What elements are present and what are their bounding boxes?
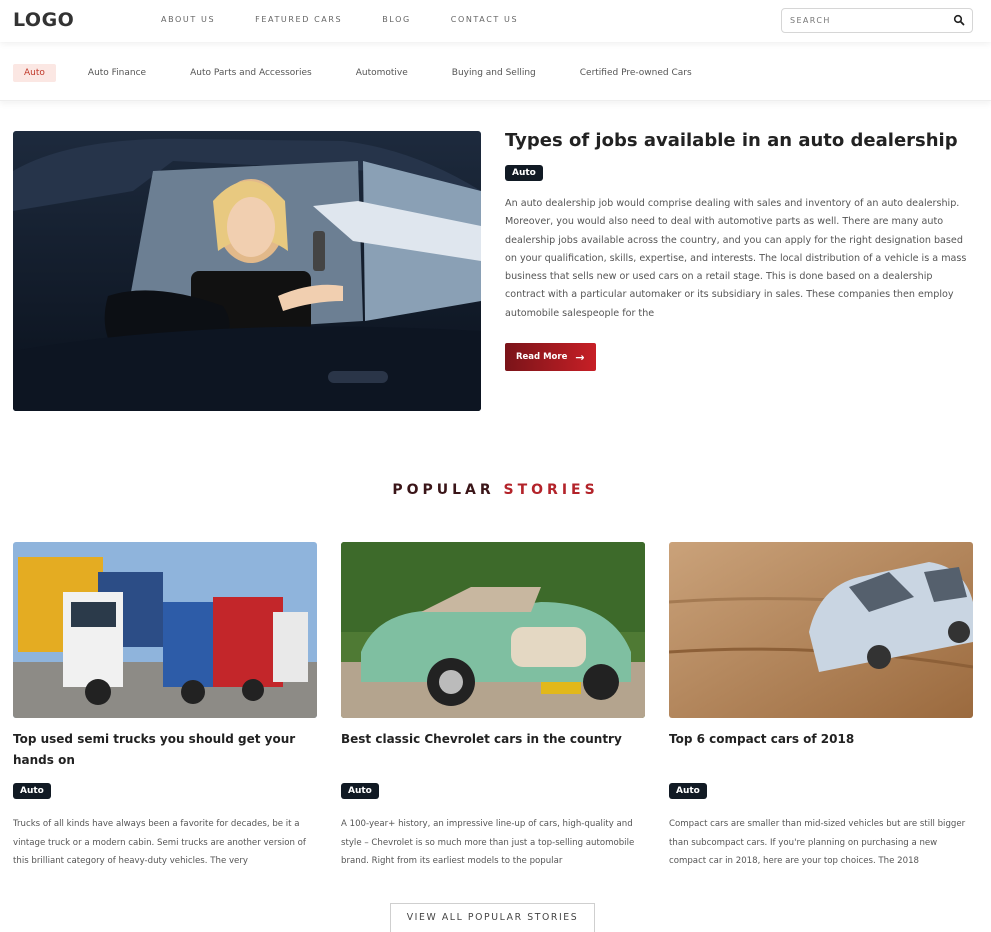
story-excerpt: Compact cars are smaller than mid-sized … (669, 819, 966, 866)
story-image-trucks[interactable] (13, 542, 317, 718)
search-input[interactable] (782, 9, 947, 32)
top-header: LOGO ABOUT US FEATURED CARS BLOG CONTACT… (0, 0, 991, 42)
category-auto-parts[interactable]: Auto Parts and Accessories (190, 64, 312, 82)
story-excerpt: Trucks of all kinds have always been a f… (13, 819, 306, 866)
category-certified-preowned[interactable]: Certified Pre-owned Cars (580, 64, 692, 82)
search-icon[interactable] (953, 14, 965, 26)
view-all-popular-stories-button[interactable]: VIEW ALL POPULAR STORIES (390, 903, 595, 932)
logo[interactable]: LOGO (13, 9, 74, 31)
category-buying-selling[interactable]: Buying and Selling (452, 64, 536, 82)
featured-excerpt: An auto dealership job would comprise de… (505, 198, 967, 319)
heading-part-1: POPULAR (392, 482, 495, 498)
nav-about-us[interactable]: ABOUT US (161, 15, 215, 24)
read-more-label: Read More (516, 352, 568, 362)
nav-featured-cars[interactable]: FEATURED CARS (255, 15, 342, 24)
featured-category-badge[interactable]: Auto (505, 165, 543, 181)
category-bar: Auto Auto Finance Auto Parts and Accesso… (0, 43, 991, 101)
read-more-button[interactable]: Read More → (505, 343, 596, 371)
story-card: Best classic Chevrolet cars in the count… (341, 542, 645, 866)
story-image-compact-car[interactable] (669, 542, 973, 718)
story-title[interactable]: Best classic Chevrolet cars in the count… (341, 729, 641, 750)
story-category-badge[interactable]: Auto (669, 783, 707, 799)
story-title[interactable]: Top 6 compact cars of 2018 (669, 729, 969, 750)
search-box (781, 8, 973, 33)
category-auto[interactable]: Auto (13, 64, 56, 82)
story-category-badge[interactable]: Auto (341, 783, 379, 799)
story-category-badge[interactable]: Auto (13, 783, 51, 799)
popular-stories-heading: POPULAR STORIES (0, 482, 991, 498)
story-image-classic-car[interactable] (341, 542, 645, 718)
featured-image[interactable] (13, 131, 481, 411)
main-nav: ABOUT US FEATURED CARS BLOG CONTACT US (161, 15, 558, 24)
heading-part-2: STORIES (503, 482, 599, 498)
featured-title[interactable]: Types of jobs available in an auto deale… (505, 130, 958, 151)
arrow-right-icon: → (575, 350, 585, 364)
nav-blog[interactable]: BLOG (382, 15, 411, 24)
nav-contact-us[interactable]: CONTACT US (451, 15, 518, 24)
story-card: Top 6 compact cars of 2018 Auto Compact … (669, 542, 973, 866)
story-card: Top used semi trucks you should get your… (13, 542, 317, 866)
category-auto-finance[interactable]: Auto Finance (88, 64, 146, 82)
story-excerpt: A 100-year+ history, an impressive line-… (341, 819, 635, 866)
category-automotive[interactable]: Automotive (356, 64, 408, 82)
story-title[interactable]: Top used semi trucks you should get your… (13, 729, 313, 771)
